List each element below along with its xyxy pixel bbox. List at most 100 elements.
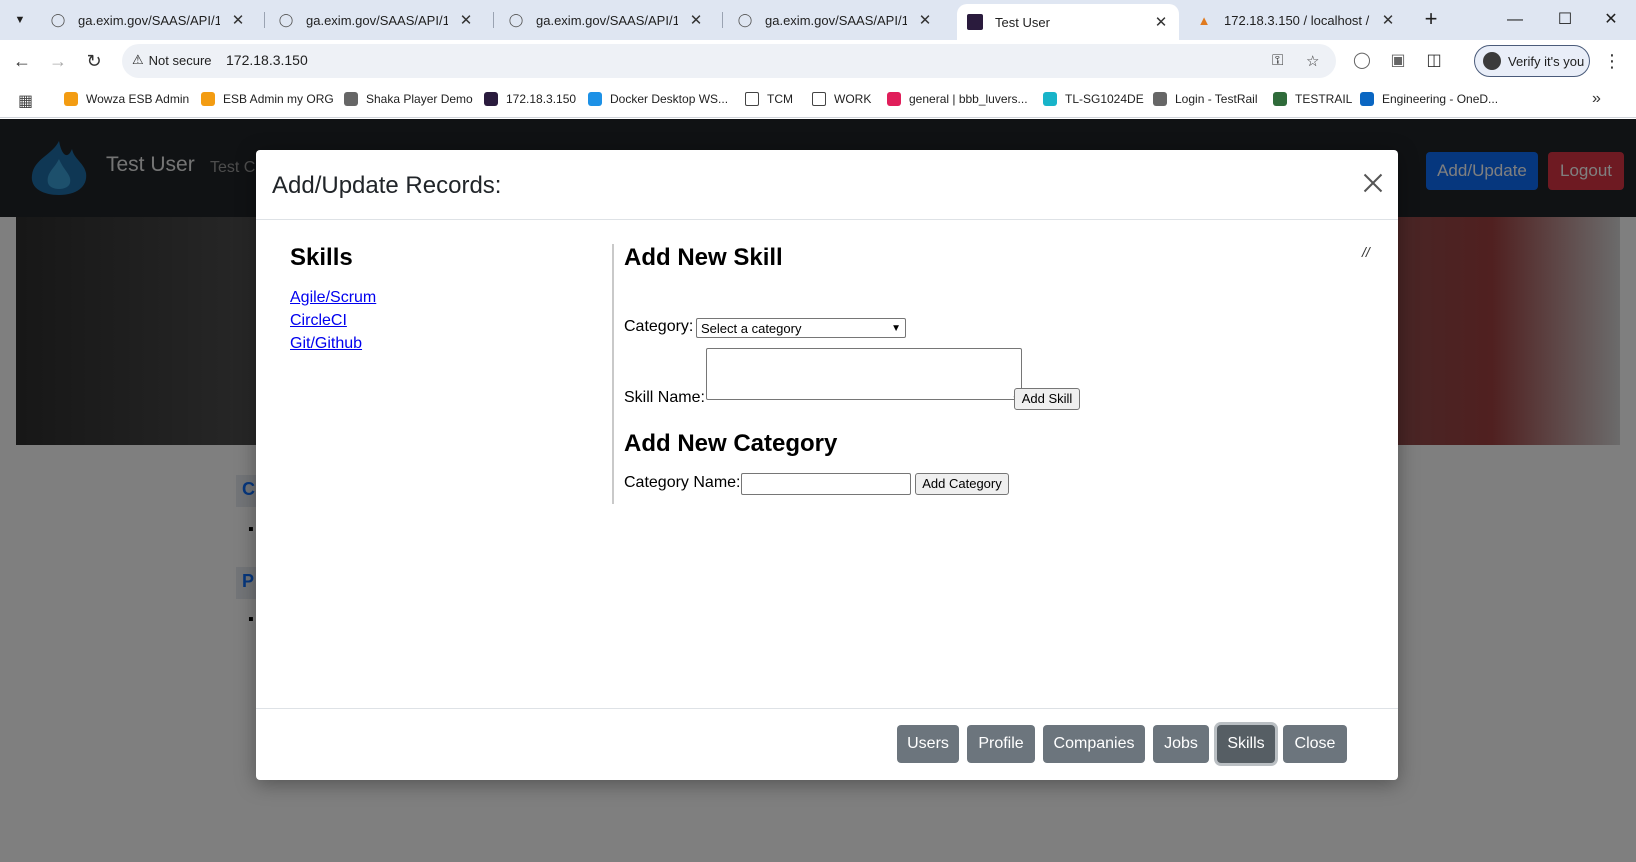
- bookmark-favicon-icon: [887, 92, 901, 106]
- folder-icon: [745, 92, 759, 106]
- bookmark-label: general | bbb_luvers...: [909, 92, 1028, 106]
- address-bar[interactable]: ⚠ Not secure 172.18.3.150 ⚿ ☆: [122, 44, 1336, 78]
- maximize-icon[interactable]: ☐: [1542, 6, 1588, 34]
- bookmark-label: ESB Admin my ORG: [223, 92, 334, 106]
- close-icon[interactable]: ✕: [917, 11, 933, 29]
- window-close-icon[interactable]: ✕: [1588, 6, 1634, 34]
- folder-icon: [812, 92, 826, 106]
- tab-title: ga.exim.gov/SAAS/API/1.0/GE: [78, 12, 220, 28]
- close-icon[interactable]: ✕: [458, 11, 474, 29]
- bookmark-esb-admin-my-org[interactable]: ESB Admin my ORG: [201, 92, 334, 106]
- extension-icon[interactable]: ▣: [1386, 49, 1410, 73]
- forward-icon[interactable]: →: [46, 49, 70, 73]
- minimize-icon[interactable]: —: [1492, 6, 1538, 34]
- reload-icon[interactable]: ↻: [82, 49, 106, 73]
- bookmark-favicon-icon: [201, 92, 215, 106]
- back-icon[interactable]: ←: [10, 49, 34, 73]
- bookmark-wowza-esb-admin[interactable]: Wowza ESB Admin: [64, 92, 189, 106]
- bookmark-ip-172-18-3-150[interactable]: 172.18.3.150: [484, 92, 576, 106]
- category-label: Category:: [624, 318, 694, 335]
- browser-tab[interactable]: ◯ ga.exim.gov/SAAS/API/1.0/GE ✕: [498, 0, 714, 40]
- extension-icon[interactable]: ◯: [1350, 49, 1374, 73]
- category-name-label: Category Name:: [624, 474, 741, 491]
- puzzle-icon[interactable]: ◫: [1422, 49, 1446, 73]
- bookmark-label: Engineering - OneD...: [1382, 92, 1499, 106]
- tab-separator: [264, 12, 265, 28]
- new-tab-icon[interactable]: +: [1419, 8, 1443, 32]
- bookmark-tl-sg1024de[interactable]: TL-SG1024DE: [1043, 92, 1144, 106]
- close-icon[interactable]: ✕: [1380, 11, 1396, 29]
- bookmark-label: 172.18.3.150: [506, 92, 577, 106]
- tab-search-icon[interactable]: ▼: [8, 8, 32, 32]
- apps-grid-icon[interactable]: ▦: [18, 91, 33, 111]
- close-icon[interactable]: [1358, 168, 1388, 198]
- bookmark-shaka-player-demo[interactable]: Shaka Player Demo: [344, 92, 473, 106]
- key-icon[interactable]: ⚿: [1272, 52, 1283, 69]
- skill-link-agile-scrum[interactable]: Agile/Scrum: [290, 286, 590, 309]
- browser-toolbar: ← → ↻ ⚠ Not secure 172.18.3.150 ⚿ ☆ ◯ ▣ …: [0, 40, 1636, 82]
- close-icon[interactable]: ✕: [688, 11, 704, 29]
- skills-button[interactable]: Skills: [1217, 725, 1275, 763]
- skill-name-label: Skill Name:: [624, 389, 705, 406]
- add-category-heading: Add New Category: [624, 430, 838, 457]
- bookmarks-bar: ▦ Wowza ESB Admin ESB Admin my ORG Shaka P…: [0, 82, 1636, 118]
- bookmark-work-folder[interactable]: WORK: [812, 92, 871, 106]
- bookmark-label: TESTRAIL: [1295, 92, 1353, 106]
- security-label: Not secure: [148, 52, 212, 68]
- profile-verify-button[interactable]: Verify it's you: [1474, 45, 1590, 77]
- modal-header: Add/Update Records:: [256, 150, 1398, 220]
- skills-heading: Skills: [290, 244, 353, 271]
- tab-title: ga.exim.gov/SAAS/API/1.0/GE: [306, 12, 448, 28]
- star-icon[interactable]: ☆: [1306, 52, 1319, 70]
- browser-tab-active[interactable]: Test User ✕: [957, 4, 1179, 40]
- tab-title: ga.exim.gov/SAAS/API/1.0/GE: [536, 12, 678, 28]
- chevron-double-right-icon[interactable]: »: [1592, 90, 1601, 108]
- close-button[interactable]: Close: [1283, 725, 1347, 763]
- column-divider: [612, 244, 614, 504]
- bookmark-login-testrail[interactable]: Login - TestRail: [1153, 92, 1258, 106]
- add-skill-button[interactable]: Add Skill: [1014, 388, 1080, 410]
- bookmark-label: Login - TestRail: [1175, 92, 1258, 106]
- browser-tab[interactable]: ◯ ga.exim.gov/SAAS/API/1.0/GE ✕: [727, 0, 943, 40]
- close-icon[interactable]: ✕: [1153, 13, 1169, 31]
- bookmark-slack-general[interactable]: general | bbb_luvers...: [887, 92, 1028, 106]
- skill-link-git-github[interactable]: Git/Github: [290, 332, 590, 355]
- browser-tab[interactable]: ◯ ga.exim.gov/SAAS/API/1.0/GE ✕: [268, 0, 484, 40]
- companies-button[interactable]: Companies: [1043, 725, 1145, 763]
- bookmark-engineering-onedrive[interactable]: Engineering - OneD...: [1360, 92, 1498, 106]
- chevron-down-icon: ▼: [891, 322, 901, 334]
- url-text[interactable]: 172.18.3.150: [226, 52, 308, 68]
- skill-link-circleci[interactable]: CircleCI: [290, 309, 590, 332]
- category-name-input[interactable]: [741, 473, 911, 495]
- resize-grip[interactable]: //: [1362, 244, 1370, 260]
- warning-icon: ⚠: [132, 52, 144, 67]
- browser-tab[interactable]: ◯ ga.exim.gov/SAAS/API/1.0/GE ✕: [40, 0, 256, 40]
- add-category-button[interactable]: Add Category: [915, 473, 1009, 495]
- phpmyadmin-icon: ▲: [1197, 12, 1211, 28]
- bookmark-label: TCM: [767, 92, 793, 106]
- modal-footer: Users Profile Companies Jobs Skills Clos…: [256, 708, 1398, 780]
- profile-button[interactable]: Profile: [967, 725, 1035, 763]
- close-icon[interactable]: ✕: [230, 11, 246, 29]
- modal-title: Add/Update Records:: [272, 172, 502, 199]
- jobs-button[interactable]: Jobs: [1153, 725, 1209, 763]
- skill-name-textarea[interactable]: ◢: [706, 348, 1022, 400]
- modal-body: Skills Agile/Scrum CircleCI Git/Github /…: [256, 220, 1398, 708]
- tab-separator: [493, 12, 494, 28]
- add-skill-heading: Add New Skill: [624, 244, 783, 271]
- globe-icon: ◯: [737, 12, 753, 27]
- tab-separator: [722, 12, 723, 28]
- more-menu-icon[interactable]: ⋮: [1602, 49, 1622, 73]
- bookmark-testrail[interactable]: TESTRAIL: [1273, 92, 1352, 106]
- bookmark-favicon-icon: [588, 92, 602, 106]
- bookmark-docker-desktop[interactable]: Docker Desktop WS...: [588, 92, 728, 106]
- users-button[interactable]: Users: [897, 725, 959, 763]
- bookmark-favicon-icon: [1153, 92, 1167, 106]
- site-favicon-icon: [967, 14, 983, 30]
- category-select[interactable]: Select a category ▼: [696, 318, 906, 338]
- browser-tab[interactable]: ▲ 172.18.3.150 / localhost / web ✕: [1186, 0, 1406, 40]
- bookmark-tcm-folder[interactable]: TCM: [745, 92, 793, 106]
- security-indicator[interactable]: ⚠ Not secure: [132, 52, 212, 68]
- avatar: [1483, 52, 1501, 70]
- category-select-value: Select a category: [701, 320, 802, 336]
